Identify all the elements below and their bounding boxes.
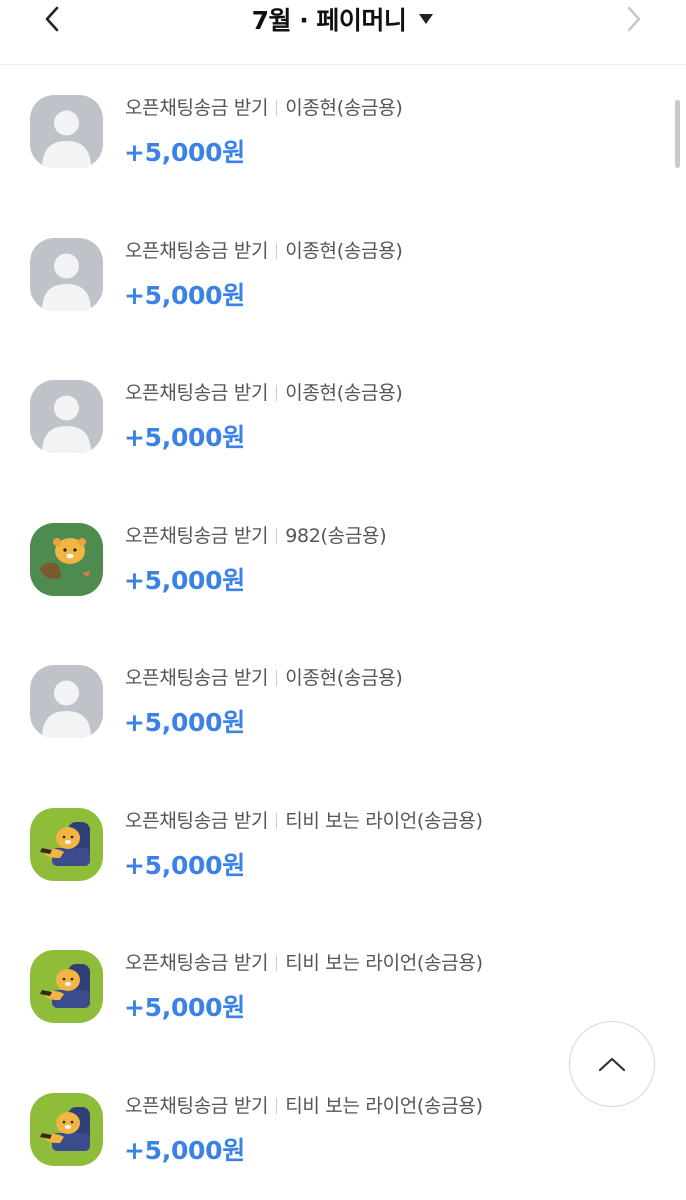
transaction-type: 오픈채팅송금 받기 xyxy=(125,97,269,119)
transaction-amount: +5,000원 xyxy=(124,280,245,310)
transaction-amount: +5,000원 xyxy=(124,993,245,1022)
divider xyxy=(276,385,278,401)
transaction-description: 오픈채팅송금 받기 이종현(송금용) xyxy=(125,663,403,690)
avatar xyxy=(30,665,103,738)
chevron-up-icon xyxy=(598,1057,626,1072)
transaction-type: 오픈채팅송금 받기 xyxy=(125,524,269,547)
sender-name: 티비 보는 라이언(송금용) xyxy=(285,952,483,974)
transaction-item[interactable]: 오픈채팅송금 받기 이종현(송금용) +5,000원 xyxy=(0,350,686,493)
divider xyxy=(276,1097,278,1114)
caret-down-icon xyxy=(418,13,434,25)
sender-name: 이종현(송금용) xyxy=(285,667,403,689)
transaction-type: 오픈채팅송금 받기 xyxy=(125,382,269,404)
avatar xyxy=(30,950,103,1023)
month-selector[interactable]: 7월 · 페이머니 xyxy=(0,0,686,38)
sender-name: 이종현(송금용) xyxy=(285,239,403,262)
divider xyxy=(276,955,278,971)
transaction-amount: +5,000원 xyxy=(124,708,245,737)
transaction-description: 오픈채팅송금 받기 티비 보는 라이언(송금용) xyxy=(125,948,483,975)
transaction-type: 오픈채팅송금 받기 xyxy=(125,809,269,832)
transaction-history-screen: 7월 · 페이머니 오픈채팅송금 받기 이종현(송금용) +5,000원 오픈채팅송금… xyxy=(0,0,686,1200)
transaction-description: 오픈채팅송금 받기 이종현(송금용) xyxy=(125,236,403,263)
scroll-to-top-button[interactable] xyxy=(569,1021,655,1107)
transaction-amount: +5,000원 xyxy=(124,850,245,880)
transaction-type: 오픈채팅송금 받기 xyxy=(125,239,269,262)
divider xyxy=(276,527,278,544)
transaction-description: 오픈채팅송금 받기 982(송금용) xyxy=(125,521,387,548)
transaction-item[interactable]: 오픈채팅송금 받기 티비 보는 라이언(송금용) +5,000원 xyxy=(0,778,686,921)
avatar xyxy=(30,807,103,881)
header-bar: 7월 · 페이머니 xyxy=(0,0,686,65)
transaction-description: 오픈채팅송금 받기 티비 보는 라이언(송금용) xyxy=(125,806,483,833)
page-title: 7월 · 페이머니 xyxy=(251,6,407,35)
sender-name: 티비 보는 라이언(송금용) xyxy=(285,1094,483,1117)
transaction-item[interactable]: 오픈채팅송금 받기 이종현(송금용) +5,000원 xyxy=(0,635,686,778)
transaction-description: 오픈채팅송금 받기 티비 보는 라이언(송금용) xyxy=(125,1091,483,1118)
avatar xyxy=(30,237,103,311)
divider xyxy=(276,242,278,259)
transaction-amount: +5,000원 xyxy=(124,138,245,167)
transaction-amount: +5,000원 xyxy=(124,423,245,452)
transaction-list: 오픈채팅송금 받기 이종현(송금용) +5,000원 오픈채팅송금 받기 이종현(송금용… xyxy=(0,65,686,1200)
transaction-item[interactable]: 오픈채팅송금 받기 이종현(송금용) +5,000원 xyxy=(0,208,686,351)
next-month-button[interactable] xyxy=(612,4,656,34)
avatar xyxy=(30,522,103,596)
transaction-description: 오픈채팅송금 받기 이종현(송금용) xyxy=(125,93,403,120)
divider xyxy=(276,812,278,829)
transaction-item[interactable]: 오픈채팅송금 받기 982(송금용) +5,000원 xyxy=(0,493,686,636)
transaction-type: 오픈채팅송금 받기 xyxy=(125,952,269,974)
avatar xyxy=(30,1092,103,1166)
transaction-type: 오픈채팅송금 받기 xyxy=(125,1094,269,1117)
scrollbar[interactable] xyxy=(675,100,680,168)
divider xyxy=(276,670,278,686)
transaction-amount: +5,000원 xyxy=(124,565,245,595)
divider xyxy=(276,100,278,116)
avatar xyxy=(30,95,103,168)
transaction-type: 오픈채팅송금 받기 xyxy=(125,667,269,689)
sender-name: 이종현(송금용) xyxy=(285,382,403,404)
transaction-item[interactable]: 오픈채팅송금 받기 이종현(송금용) +5,000원 xyxy=(0,65,686,208)
transaction-description: 오픈채팅송금 받기 이종현(송금용) xyxy=(125,378,403,405)
avatar xyxy=(30,380,103,453)
sender-name: 982(송금용) xyxy=(285,524,387,547)
chevron-right-icon xyxy=(627,6,641,32)
sender-name: 이종현(송금용) xyxy=(285,97,403,119)
sender-name: 티비 보는 라이언(송금용) xyxy=(285,809,483,832)
transaction-amount: +5,000원 xyxy=(124,1135,245,1165)
